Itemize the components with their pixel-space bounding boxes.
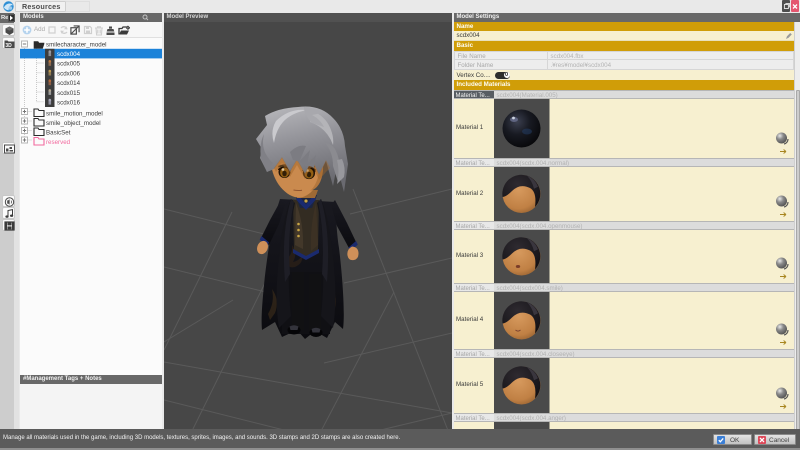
svg-text:3D: 3D [5, 43, 12, 49]
svg-text:scdx006: scdx006 [57, 70, 81, 77]
svg-text:smilecharacter_model: smilecharacter_model [46, 42, 107, 49]
svg-text:smile_object_model: smile_object_model [46, 120, 101, 127]
svg-text:BasicSet: BasicSet [46, 129, 71, 136]
svg-text:scdx015: scdx015 [57, 90, 81, 97]
svg-text:scdx014: scdx014 [57, 80, 81, 87]
svg-text:smile_motion_model: smile_motion_model [46, 110, 103, 117]
svg-text:scdx016: scdx016 [57, 100, 81, 107]
svg-text:scdx004: scdx004 [57, 51, 81, 58]
svg-text:reserved: reserved [46, 139, 71, 146]
svg-text:scdx005: scdx005 [57, 61, 81, 68]
